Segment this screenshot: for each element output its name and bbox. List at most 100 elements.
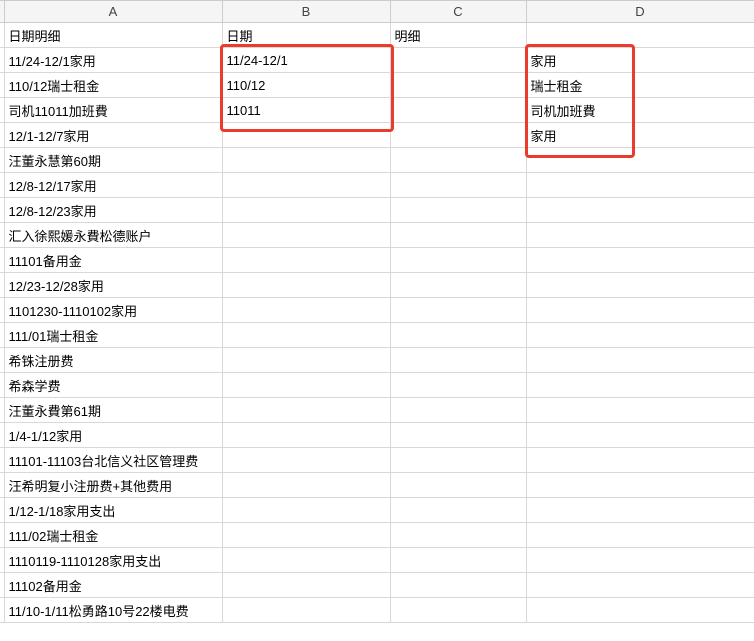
cell[interactable] [222,373,390,398]
cell[interactable] [390,348,526,373]
cell[interactable] [390,223,526,248]
cell[interactable] [526,598,754,623]
cell[interactable]: 司机11011加班費 [4,98,222,123]
cell[interactable] [526,223,754,248]
cell[interactable] [222,473,390,498]
cell[interactable]: 家用 [526,48,754,73]
cell[interactable] [526,373,754,398]
cell[interactable]: 明细 [390,23,526,48]
cell[interactable]: 1101230-1110102家用 [4,298,222,323]
cell[interactable] [526,173,754,198]
cell[interactable] [390,98,526,123]
cell[interactable]: 11102备用金 [4,573,222,598]
cell[interactable] [526,298,754,323]
cell[interactable] [390,448,526,473]
cell[interactable]: 汇入徐熙媛永費松德账户 [4,223,222,248]
cell[interactable]: 汪董永慧第60期 [4,148,222,173]
cell[interactable]: 1110119-1110128家用支出 [4,548,222,573]
cell[interactable] [526,398,754,423]
cell[interactable] [390,598,526,623]
cell[interactable] [390,148,526,173]
col-header-C[interactable]: C [390,1,526,23]
cell[interactable] [390,298,526,323]
cell[interactable]: 希森学费 [4,373,222,398]
cell[interactable]: 110/12 [222,73,390,98]
cell[interactable] [526,548,754,573]
cell[interactable]: 1/4-1/12家用 [4,423,222,448]
cell[interactable]: 12/23-12/28家用 [4,273,222,298]
cell[interactable] [526,498,754,523]
cell[interactable]: 12/8-12/23家用 [4,198,222,223]
cell[interactable]: 11011 [222,98,390,123]
cell[interactable] [390,548,526,573]
cell[interactable]: 111/01瑞士租金 [4,323,222,348]
cell[interactable]: 汪希明复小注册费+其他费用 [4,473,222,498]
cell[interactable] [222,223,390,248]
cell[interactable] [526,473,754,498]
cell[interactable] [222,573,390,598]
cell[interactable] [222,348,390,373]
cell[interactable] [222,173,390,198]
cell[interactable] [222,423,390,448]
cell[interactable] [222,323,390,348]
cell[interactable] [526,448,754,473]
cell[interactable]: 11101备用金 [4,248,222,273]
cell[interactable]: 日期明细 [4,23,222,48]
cell[interactable]: 110/12瑞士租金 [4,73,222,98]
cell[interactable]: 汪董永費第61期 [4,398,222,423]
cell[interactable] [526,323,754,348]
cell[interactable]: 11/10-1/11松勇路10号22楼电费 [4,598,222,623]
cell[interactable] [222,148,390,173]
cell[interactable] [222,398,390,423]
cell[interactable] [222,273,390,298]
cell[interactable] [390,498,526,523]
cell[interactable] [390,123,526,148]
cell[interactable] [222,123,390,148]
cell[interactable] [390,423,526,448]
cell[interactable]: 11101-11103台北信义社区管理费 [4,448,222,473]
cell[interactable] [526,423,754,448]
cell[interactable] [526,573,754,598]
cell[interactable]: 家用 [526,123,754,148]
cell[interactable]: 瑞士租金 [526,73,754,98]
cell[interactable] [222,298,390,323]
cell[interactable] [222,548,390,573]
cell[interactable] [222,598,390,623]
cell[interactable] [390,48,526,73]
cell[interactable] [390,73,526,98]
cell[interactable]: 11/24-12/1家用 [4,48,222,73]
cell[interactable] [526,23,754,48]
cell[interactable] [526,198,754,223]
col-header-A[interactable]: A [4,1,222,23]
cell[interactable] [526,273,754,298]
cell[interactable]: 11/24-12/1 [222,48,390,73]
cell[interactable] [390,198,526,223]
cell[interactable]: 12/8-12/17家用 [4,173,222,198]
cell[interactable] [390,473,526,498]
col-header-B[interactable]: B [222,1,390,23]
cell[interactable] [526,248,754,273]
cell[interactable] [390,573,526,598]
cell[interactable]: 1/12-1/18家用支出 [4,498,222,523]
cell[interactable] [222,448,390,473]
cell[interactable] [222,248,390,273]
cell[interactable] [390,373,526,398]
cell[interactable] [526,523,754,548]
cell[interactable]: 12/1-12/7家用 [4,123,222,148]
cell[interactable] [390,398,526,423]
cell[interactable] [390,523,526,548]
cell[interactable] [390,248,526,273]
cell[interactable]: 司机加班費 [526,98,754,123]
cell[interactable] [390,173,526,198]
grid[interactable]: A B C D 日期明细 日期 明细 11/24-12/1家用11/24-12/… [0,0,754,623]
cell[interactable] [390,273,526,298]
cell[interactable]: 希铢注册费 [4,348,222,373]
cell[interactable] [526,148,754,173]
col-header-D[interactable]: D [526,1,754,23]
cell[interactable]: 日期 [222,23,390,48]
cell[interactable] [222,498,390,523]
cell[interactable] [222,198,390,223]
cell[interactable] [390,323,526,348]
cell[interactable] [222,523,390,548]
cell[interactable]: 111/02瑞士租金 [4,523,222,548]
